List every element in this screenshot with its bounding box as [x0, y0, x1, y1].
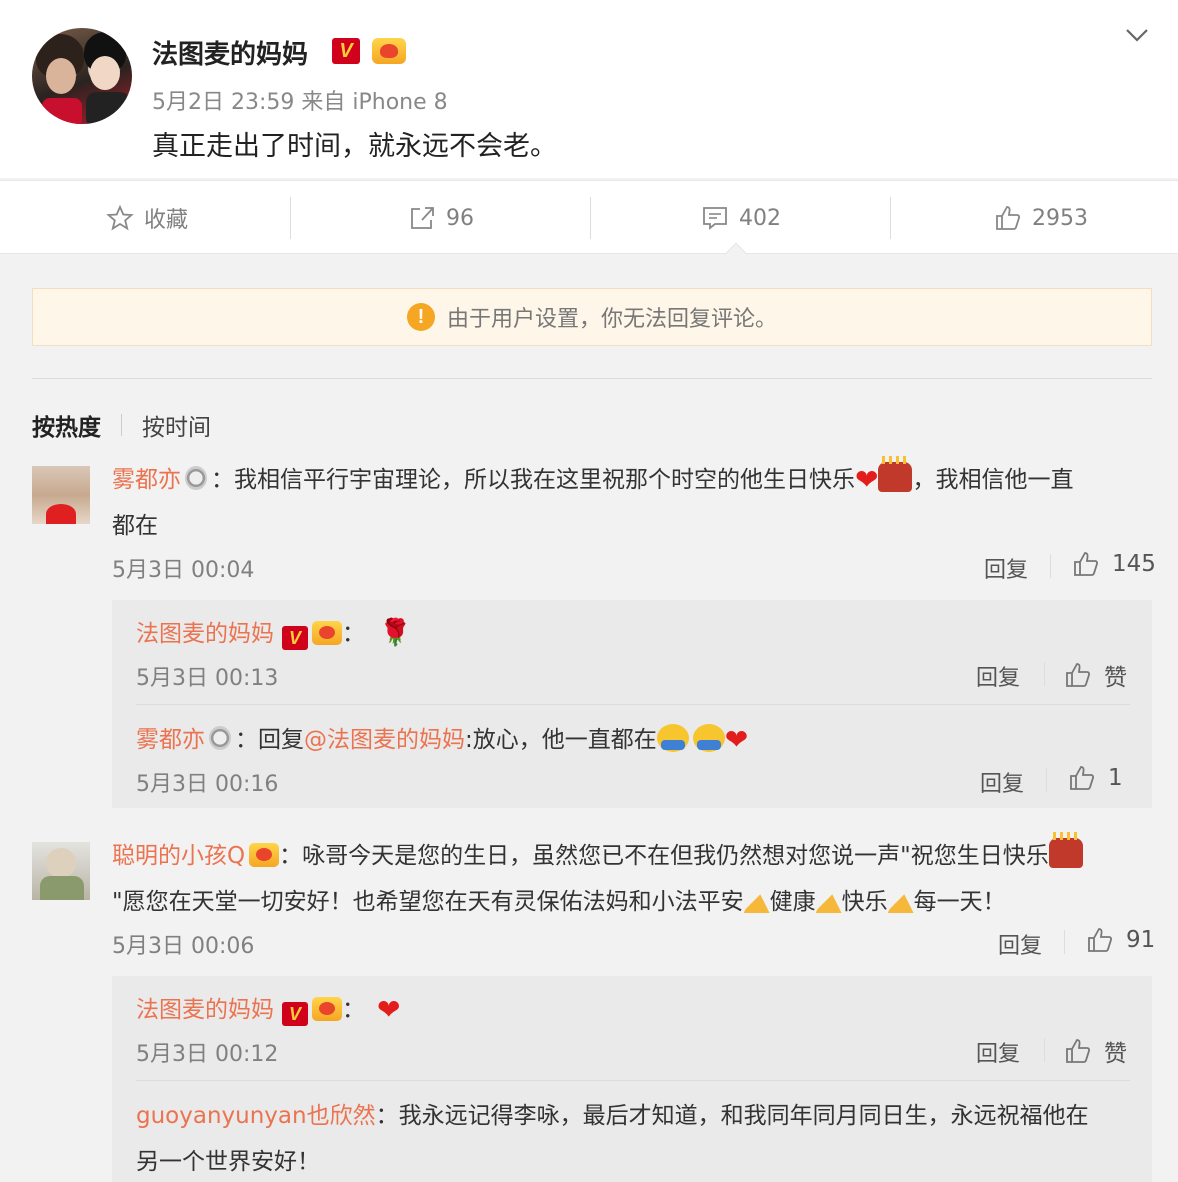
member-crown-icon [249, 843, 280, 867]
comment-time: 5月3日 00:06 [112, 934, 255, 959]
reply-button[interactable]: 回复 [998, 928, 1042, 960]
warning-icon: ! [406, 303, 435, 331]
medal-icon [209, 726, 231, 750]
thumbs-up-icon [1066, 1039, 1091, 1063]
comment-body: ：咏哥今天是您的生日，虽然您已不在但我仍然想对您说一声"祝您生日快乐 [279, 843, 1049, 869]
like-button[interactable]: 2953 [894, 181, 1178, 255]
pray-icon [743, 887, 770, 913]
reply-like-label: 赞 [1104, 665, 1127, 691]
post-text: 真正走出了时间，就永远不会老。 [152, 131, 557, 162]
favorite-label: 收藏 [143, 208, 188, 233]
comment-icon [703, 207, 727, 230]
commenter-avatar[interactable] [32, 842, 90, 900]
reply-text-line2: 另一个世界安好！ [136, 1149, 320, 1175]
comment-text: 聪明的小孩Q ：咏哥今天是您的生日，虽然您已不在但我仍然想对您说一声"祝您生日快乐 [112, 832, 1083, 870]
reply-time: 5月3日 00:13 [136, 666, 279, 691]
heart-icon: ❤ [855, 463, 879, 496]
comment-text-line2: 都在 [112, 513, 158, 539]
comment-button[interactable]: 402 [594, 181, 888, 255]
repost-button[interactable]: 96 [294, 181, 588, 255]
reply-button[interactable]: 回复 [984, 552, 1028, 584]
sort-by-hot[interactable]: 按热度 [32, 408, 101, 442]
comment-count: 402 [739, 205, 781, 231]
star-icon [106, 204, 134, 231]
commenter-name[interactable]: 雾都亦 [112, 467, 181, 493]
comment-body: ：我相信平行宇宙理论，所以我在这里祝那个时空的他生日快乐 [211, 467, 855, 493]
favorite-button[interactable]: 收藏 [0, 181, 294, 255]
chevron-down-icon[interactable] [1124, 22, 1150, 48]
sort-by-time[interactable]: 按时间 [142, 408, 211, 442]
heart-icon: ❤ [724, 723, 749, 756]
reply-author[interactable]: guoyanyunyan也欣然 [136, 1103, 376, 1129]
pray-icon [815, 887, 842, 913]
comment-body-cont: ，我相信他一直 [912, 467, 1074, 493]
reply-text: 法图麦的妈妈 V： ❤ [136, 993, 401, 1026]
thumbs-up-icon [1088, 928, 1113, 952]
reply-text: 法图麦的妈妈 V： 🌹 [136, 618, 412, 650]
share-icon [411, 207, 434, 229]
author-name[interactable]: 法图麦的妈妈 [152, 34, 308, 71]
reply-author[interactable]: 雾都亦 [136, 727, 205, 753]
comment-time: 5月3日 00:04 [112, 558, 255, 583]
reply-like-button[interactable]: 赞 [1064, 658, 1127, 692]
reply-button[interactable]: 回复 [976, 660, 1020, 692]
comment-like-count: 145 [1112, 551, 1156, 577]
cake-icon [878, 456, 913, 492]
thumbs-up-icon [1074, 552, 1099, 576]
reply-like-button[interactable]: 赞 [1064, 1034, 1127, 1068]
comment-sort: 按热度 按时间 [32, 408, 211, 442]
reply-author[interactable]: 法图麦的妈妈 [136, 997, 274, 1023]
hug-icon [656, 724, 689, 752]
heart-icon: ❤ [377, 993, 401, 1026]
comment-like-count: 91 [1126, 927, 1156, 953]
cake-icon [1048, 832, 1083, 868]
verified-badge: V [332, 38, 360, 64]
member-crown-icon [372, 38, 406, 64]
notice-text: 由于用户设置，你无法回复评论。 [446, 307, 777, 332]
reply-like-label: 赞 [1104, 1041, 1127, 1067]
verified-badge: V [282, 1002, 308, 1026]
author-avatar[interactable] [32, 28, 132, 124]
reply-like-button[interactable]: 1 [1068, 764, 1123, 792]
member-crown-icon [312, 997, 342, 1021]
comment-text-line2: "愿您在天堂一切安好！也希望您在天有灵保佑法妈和小法平安 健康 快乐 每一天！ [112, 887, 1006, 915]
hug-icon [692, 724, 725, 752]
like-count: 2953 [1032, 205, 1088, 231]
reply-restriction-notice: ! 由于用户设置，你无法回复评论。 [32, 288, 1152, 346]
thumbs-up-icon [996, 206, 1021, 230]
reply-button[interactable]: 回复 [976, 1036, 1020, 1068]
verified-badge: V [282, 626, 308, 650]
mention-link[interactable]: @法图麦的妈妈 [304, 727, 465, 753]
post-card: 法图麦的妈妈 V 5月2日 23:59 来自 iPhone 8 真正走出了时间，… [0, 0, 1178, 178]
reply-like-count: 1 [1108, 765, 1123, 791]
reply-time: 5月3日 00:16 [136, 772, 279, 797]
commenter-avatar[interactable] [32, 466, 90, 524]
member-crown-icon [312, 621, 342, 645]
reply-button[interactable]: 回复 [980, 766, 1024, 798]
medal-icon [185, 466, 207, 490]
comment-like-button[interactable]: 145 [1072, 550, 1156, 578]
divider [32, 378, 1152, 379]
commenter-name[interactable]: 聪明的小孩Q [112, 843, 245, 869]
rose-icon: 🌹 [379, 618, 412, 648]
reply-time: 5月3日 00:12 [136, 1042, 279, 1067]
reply-text: 雾都亦 ：回复@法图麦的妈妈:放心，他一直都在 ❤ [136, 723, 749, 756]
comment-text: 雾都亦 ：我相信平行宇宙理论，所以我在这里祝那个时空的他生日快乐❤ ，我相信他一直 [112, 456, 1074, 496]
thumbs-up-icon [1066, 663, 1091, 687]
pray-icon [887, 887, 914, 913]
reply-text: guoyanyunyan也欣然：我永远记得李咏，最后才知道，和我同年同月同日生，… [136, 1103, 1089, 1129]
comment-like-button[interactable]: 91 [1086, 926, 1155, 954]
post-meta: 5月2日 23:59 来自 iPhone 8 [152, 90, 448, 115]
reply-author[interactable]: 法图麦的妈妈 [136, 621, 274, 647]
repost-count: 96 [446, 205, 474, 231]
thumbs-up-icon [1070, 766, 1095, 790]
action-bar: 收藏 96 402 2953 [0, 180, 1178, 254]
